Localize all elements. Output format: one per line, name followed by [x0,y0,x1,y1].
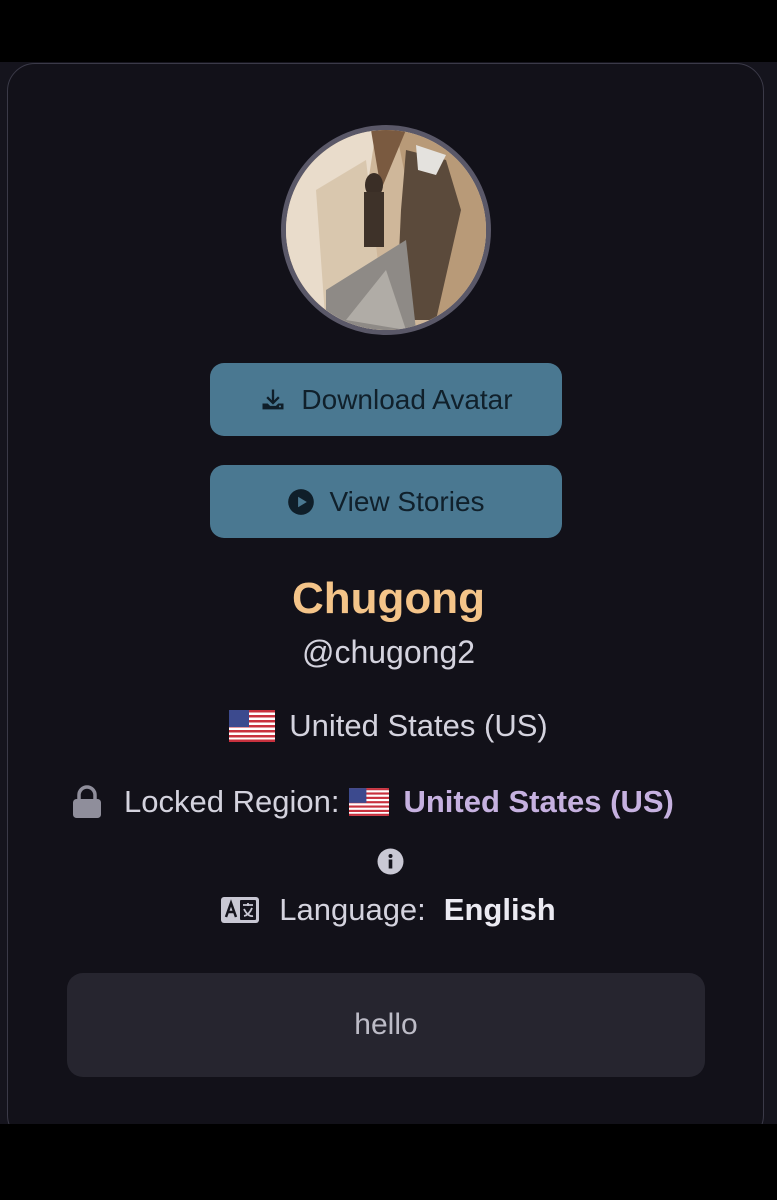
country-row: United States (US) [0,708,777,744]
view-stories-label: View Stories [329,485,485,517]
info-icon[interactable] [377,848,404,875]
download-icon [259,386,287,414]
locked-region-label: Locked Region: [124,784,340,819]
language-row: Language: English [0,892,777,928]
bio-box: hello [67,973,705,1077]
bottom-black-bar [0,1124,777,1200]
language-label: Language: [279,892,426,927]
us-flag-icon [229,710,276,742]
download-avatar-label: Download Avatar [301,383,513,415]
avatar-image [286,130,486,330]
lock-icon [72,785,102,819]
language-translate-icon [221,897,260,923]
locked-region-value: United States (US) [403,784,674,819]
display-name: Chugong [291,574,486,623]
username: @chugong2 [301,634,476,670]
bio-text: hello [354,1008,418,1041]
top-black-bar [0,0,777,62]
us-flag-icon [349,788,390,816]
play-circle-icon [287,488,315,516]
locked-region-row: Locked Region: United States (US) [72,784,674,820]
country-text: United States (US) [289,708,548,743]
language-value: English [443,892,556,927]
view-stories-button[interactable]: View Stories [210,465,562,538]
avatar[interactable] [281,125,491,335]
download-avatar-button[interactable]: Download Avatar [210,363,562,436]
